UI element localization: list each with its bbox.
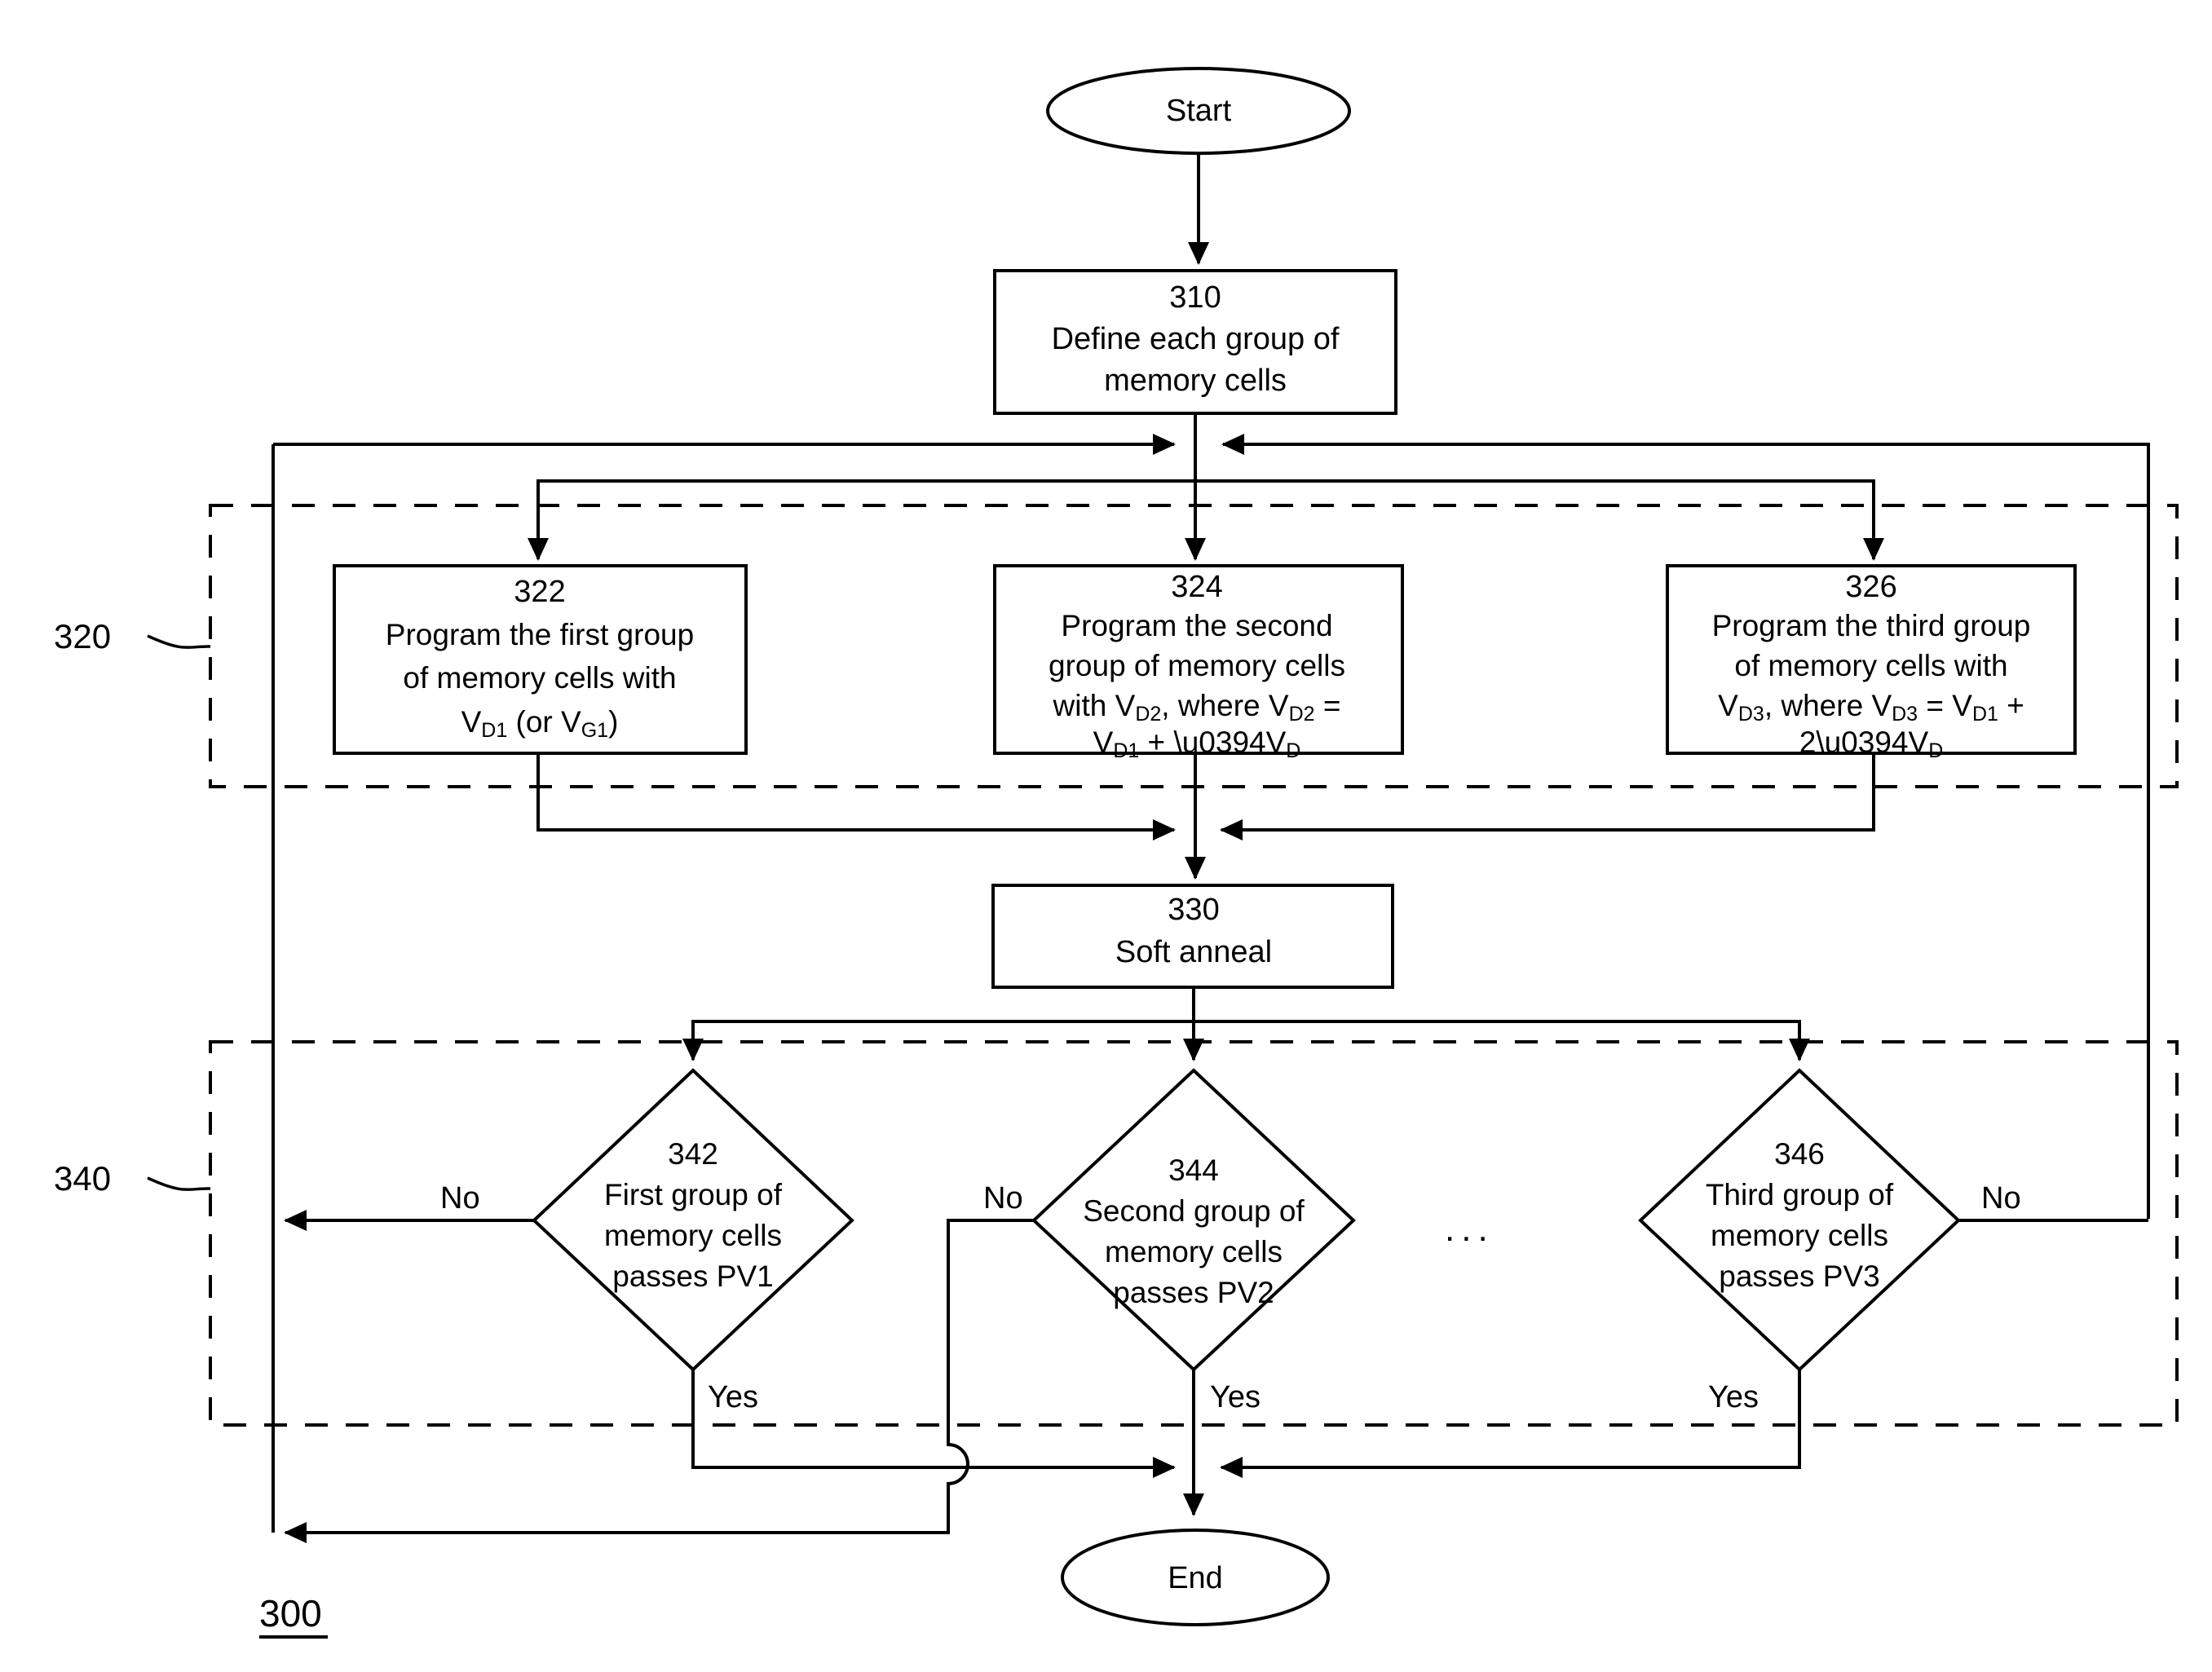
diamond-346-id: 346 [1774,1137,1825,1171]
figure-number: 300 [259,1592,322,1635]
box-326-formula-line2: 2\u0394VD [1799,726,1944,762]
box-330-id: 330 [1168,893,1219,927]
box-322-line2: of memory cells with [403,661,676,695]
diamond-344-id: 344 [1168,1154,1219,1187]
edge-fanout-left-to-322 [528,444,1197,561]
group-ref-340: 340 [54,1159,111,1198]
edge-330-fanout-right-to-346 [1192,987,1810,1061]
edge-330-fanout-left-to-342 [682,987,1195,1061]
start-label: Start [1166,94,1232,128]
box-324-line1: Program the second [1061,609,1332,642]
label-yes-342: Yes [708,1380,758,1414]
box-322-line1: Program the first group [386,618,694,651]
label-yes-346: Yes [1708,1380,1759,1414]
label-no-342: No [440,1181,480,1215]
diamond-346-line3: passes PV3 [1719,1260,1879,1293]
box-324-id: 324 [1171,570,1222,604]
edge-322-to-merge330 [536,753,1176,840]
label-no-346: No [1981,1181,2021,1215]
diamond-346-line2: memory cells [1711,1219,1888,1252]
box-322-id: 322 [514,575,565,609]
flowchart-svg: Start 310 Define each group of memory ce… [54,67,2179,1639]
box-326-line1: Program the third group [1712,609,2031,642]
box-310-line2: memory cells [1104,364,1287,398]
edge-326-to-merge330 [1220,753,1875,840]
leader-line-320 [147,634,211,649]
label-yes-344: Yes [1210,1380,1261,1414]
end-label: End [1168,1561,1223,1595]
diamond-342-line2: memory cells [604,1219,782,1252]
edge-342-yes [691,1370,1176,1478]
diamond-342-line3: passes PV1 [612,1260,773,1293]
leader-line-340 [147,1176,211,1191]
diamond-342-id: 342 [668,1137,718,1171]
ellipsis-between-diamonds: ... [1445,1209,1495,1249]
diamond-344-line1: Second group of [1083,1194,1305,1228]
box-330-line1: Soft anneal [1115,935,1272,969]
diamond-344-line3: passes PV2 [1113,1276,1274,1309]
diamond-342-line1: First group of [604,1178,783,1211]
diamond-346-line1: Third group of [1706,1178,1894,1211]
box-310-line1: Define each group of [1052,322,1340,356]
box-324-line2: group of memory cells [1049,649,1345,682]
box-326-id: 326 [1845,570,1896,604]
box-326-line2: of memory cells with [1734,649,2007,682]
group-ref-320: 320 [54,617,111,655]
diamond-344-line2: memory cells [1105,1235,1283,1268]
edge-fanout-right-to-326 [1194,444,1884,561]
flowchart-canvas: Start 310 Define each group of memory ce… [0,0,2212,1672]
box-310-id: 310 [1169,280,1221,315]
label-no-344: No [983,1181,1023,1215]
